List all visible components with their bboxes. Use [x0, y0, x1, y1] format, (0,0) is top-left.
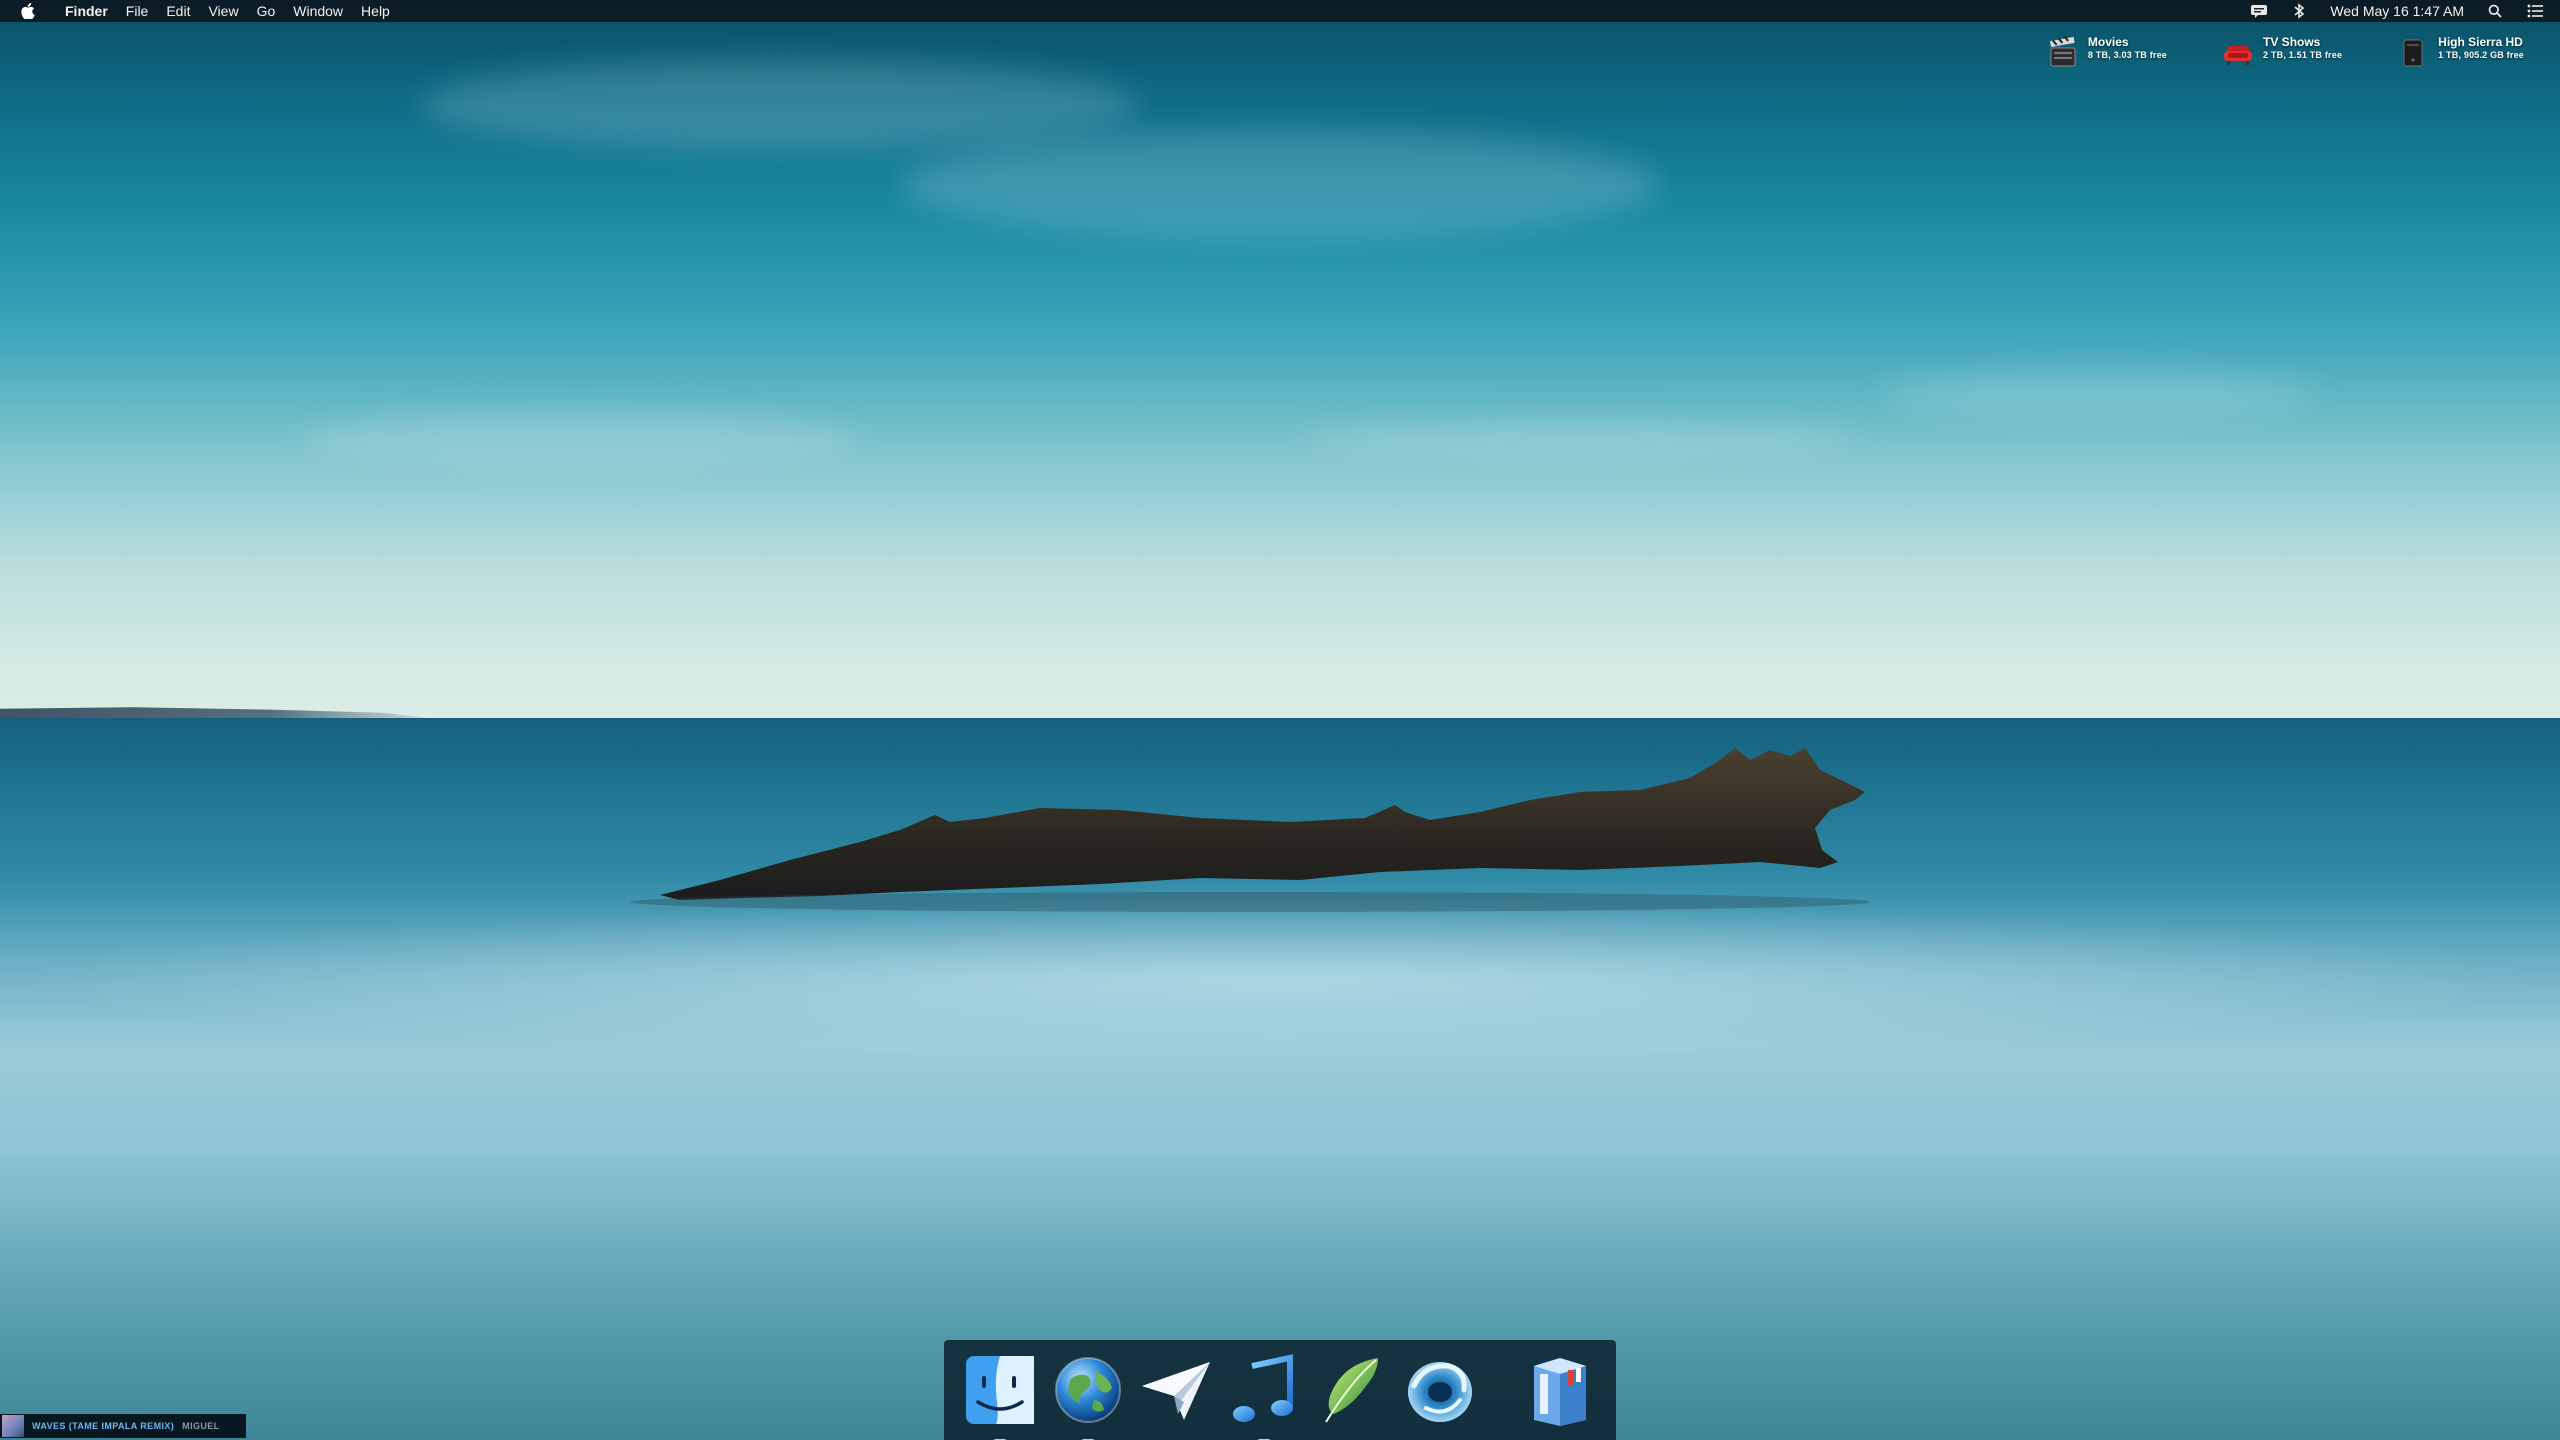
- dock-feather[interactable]: [1312, 1350, 1392, 1430]
- menu-help[interactable]: Help: [352, 0, 399, 22]
- menu-window[interactable]: Window: [284, 0, 352, 22]
- bluetooth-icon[interactable]: [2290, 3, 2308, 19]
- red-couch-icon: [2224, 46, 2253, 65]
- music-note-icon: [1233, 1354, 1293, 1422]
- drive-capacity: 1 TB, 905.2 GB free: [2438, 49, 2524, 60]
- search-icon[interactable]: [2486, 3, 2504, 19]
- dock-finder[interactable]: [960, 1350, 1040, 1440]
- drive-name: Movies: [2087, 35, 2129, 49]
- drive-name: TV Shows: [2263, 35, 2321, 49]
- wallpaper-driftwood: [630, 748, 1870, 912]
- film-clapper-icon: [2049, 36, 2076, 67]
- notification-list-icon[interactable]: [2526, 3, 2544, 19]
- growl-icon[interactable]: [2250, 3, 2268, 19]
- now-playing-artist: MIGUEL: [182, 1421, 220, 1431]
- desktop-wallpaper: [0, 0, 2560, 1440]
- menu-go[interactable]: Go: [248, 0, 285, 22]
- desktop-drive-movies[interactable]: Movies 8 TB, 3.03 TB free: [2048, 35, 2168, 70]
- finder-icon: [966, 1356, 1034, 1424]
- menu-view[interactable]: View: [199, 0, 247, 22]
- menu-bar-extras: Wed May 16 1:47 AM: [2250, 0, 2544, 22]
- menu-app-finder[interactable]: Finder: [56, 0, 117, 22]
- water-swirl-icon: [1408, 1362, 1472, 1422]
- album-art: [2, 1415, 24, 1437]
- dock-music[interactable]: [1224, 1350, 1304, 1440]
- desktop-drive-icons: Movies 8 TB, 3.03 TB free TV Shows 2 TB,…: [2048, 35, 2524, 70]
- menu-file[interactable]: File: [117, 0, 158, 22]
- drive-capacity: 8 TB, 3.03 TB free: [2087, 49, 2168, 60]
- globe-icon: [1055, 1357, 1121, 1423]
- now-playing-title: WAVES (TAME IMPALA REMIX): [32, 1421, 175, 1431]
- menu-bar-left: Finder File Edit View Go Window Help: [0, 0, 399, 22]
- menu-bar-clock[interactable]: Wed May 16 1:47 AM: [2330, 3, 2464, 19]
- dock-browser[interactable]: [1048, 1350, 1128, 1440]
- feather-icon: [1325, 1358, 1378, 1423]
- now-playing-widget[interactable]: WAVES (TAME IMPALA REMIX) MIGUEL: [0, 1414, 246, 1438]
- drive-capacity: 2 TB, 1.51 TB free: [2263, 49, 2343, 60]
- menu-bar: Finder File Edit View Go Window Help Wed…: [0, 0, 2560, 22]
- desktop-drive-high-sierra-hd[interactable]: High Sierra HD 1 TB, 905.2 GB free: [2398, 35, 2524, 70]
- apple-menu-icon[interactable]: [20, 3, 36, 19]
- dock-mail[interactable]: [1136, 1350, 1216, 1430]
- dock: [944, 1340, 1616, 1440]
- hard-drive-icon: [2403, 39, 2423, 67]
- dock-droplet[interactable]: [1400, 1350, 1480, 1430]
- desktop-drive-tv-shows[interactable]: TV Shows 2 TB, 1.51 TB free: [2223, 35, 2343, 70]
- archive-box-icon: [1534, 1358, 1586, 1426]
- paper-plane-icon: [1142, 1362, 1210, 1420]
- menu-edit[interactable]: Edit: [157, 0, 199, 22]
- dock-archive[interactable]: [1520, 1350, 1600, 1430]
- drive-name: High Sierra HD: [2438, 35, 2523, 49]
